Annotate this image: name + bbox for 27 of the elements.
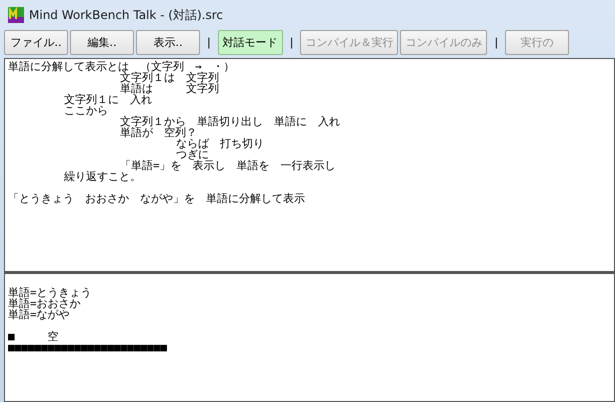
source-editor[interactable]: 単語に分解して表示とは （文字列 → ・） 文字列１は 文字列 単語は 文字列 文字列１に 入れ ここから 文字列１から 単語切り出し 単語に 入れ 単語が 空列？ ならば 打ち切り つぎに 「単語=」を 表示し 単語を 一行表示し 繰り返すこと。 「とうきょう おおさか ながや」を 単語に分解して表示	[4, 58, 615, 272]
toolbar-button[interactable]: 対話モード	[218, 30, 283, 55]
output-line: ■ 空	[8, 331, 60, 342]
toolbar-button[interactable]: 編集‥	[70, 30, 134, 55]
code-line: 繰り返すこと。	[63, 171, 141, 182]
code-line: 単語に分解して表示とは （文字列 → ・）	[8, 61, 236, 72]
code-line: つぎに	[175, 149, 209, 160]
code-line: ここから	[63, 105, 109, 116]
code-line: 文字列１から 単語切り出し 単語に 入れ	[119, 116, 341, 127]
output-line: 単語=おおさか	[8, 298, 82, 309]
window-title: Mind WorkBench Talk - (対話).src	[29, 6, 223, 24]
toolbar-separator: |	[493, 35, 500, 51]
code-line: 文字列１に 入れ	[63, 94, 153, 105]
output-line: ■■■■■■■■■■■■■■■■■■■■■■■■	[8, 342, 168, 353]
output-line: 単語=ながや	[8, 309, 70, 320]
toolbar-button[interactable]: ファイル‥	[4, 30, 68, 55]
code-line: ならば 打ち切り	[176, 138, 265, 149]
code-line: 文字列１は 文字列	[120, 72, 220, 83]
code-line: 単語は 文字列	[119, 83, 220, 94]
toolbar-separator: |	[206, 35, 212, 51]
code-line: 「とうきょう おおさか ながや」を 単語に分解して表示	[8, 193, 306, 204]
toolbar-separator: |	[288, 35, 294, 51]
toolbar-button[interactable]: 表示‥	[136, 30, 200, 55]
app-logo-icon	[8, 7, 24, 23]
code-line: 「単語=」を 表示し 単語を 一行表示し	[119, 160, 337, 171]
output-line: 単語=とうきょう	[8, 287, 93, 298]
code-line: 単語が 空列？	[119, 127, 197, 138]
